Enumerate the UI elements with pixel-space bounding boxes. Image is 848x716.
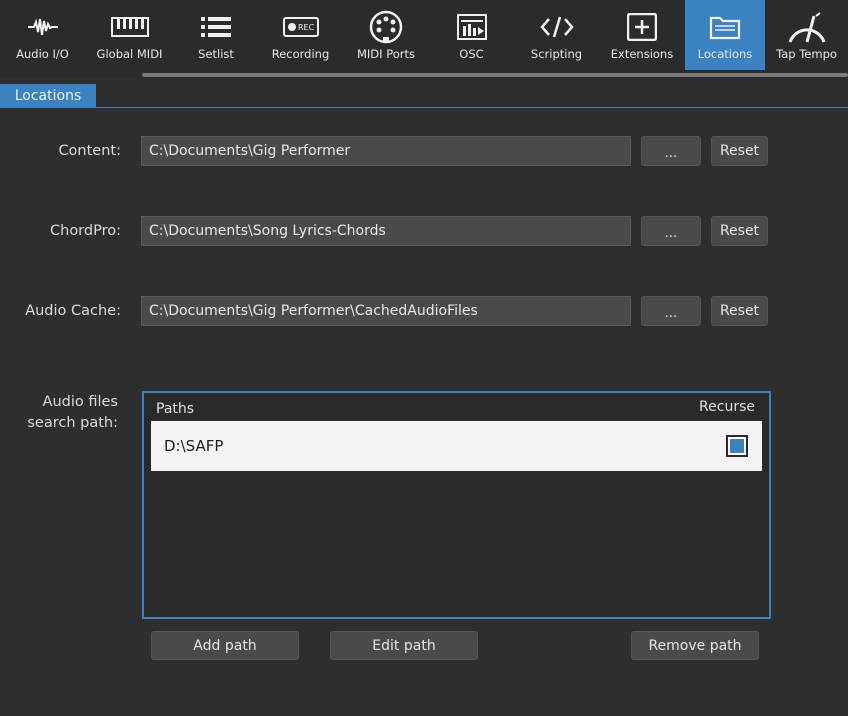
osc-icon [456,10,487,44]
add-path-button[interactable]: Add path [151,631,299,660]
paths-column-header: Paths [156,401,195,417]
folder-icon [709,10,741,44]
toolbar-label: Audio I/O [16,47,69,61]
search-path-label-line1: Audio files [42,394,118,410]
chordpro-reset-button[interactable]: Reset [711,216,768,246]
toolbar-scripting[interactable]: Scripting [514,0,599,70]
toolbar-scrollbar[interactable] [0,70,848,78]
content-label: Content: [58,143,121,159]
toolbar-label: Recording [271,47,330,61]
plus-box-icon [627,10,657,44]
toolbar-label: Extensions [610,47,674,61]
toolbar-locations[interactable]: Locations [685,0,765,70]
toolbar-setlist[interactable]: Setlist [174,0,258,70]
audio-cache-label: Audio Cache: [25,303,121,319]
checkbox-checked-icon [730,439,744,453]
list-icon [201,10,231,44]
audio-cache-browse-button[interactable]: ... [641,296,701,326]
tab-row: Locations [0,84,848,108]
main-toolbar: Audio I/O Global MIDI Setlist REC Record… [0,0,848,70]
recurse-checkbox[interactable] [726,435,748,457]
tab-locations[interactable]: Locations [0,84,96,108]
toolbar-tap-tempo[interactable]: Tap Tempo [765,0,848,70]
toolbar-label: Tap Tempo [776,47,837,61]
rec-icon: REC [282,10,319,44]
gauge-icon [786,10,828,44]
toolbar-scrollbar-thumb[interactable] [142,73,848,77]
remove-path-button[interactable]: Remove path [631,631,759,660]
audio-cache-path-field[interactable]: C:\Documents\Gig Performer\CachedAudioFi… [141,296,631,326]
keyboard-icon [110,10,149,44]
toolbar-label: Scripting [530,47,583,61]
content-browse-button[interactable]: ... [641,136,701,166]
toolbar-label: Locations [697,47,753,61]
search-path-label-line2: search path: [27,415,118,431]
toolbar-extensions[interactable]: Extensions [599,0,685,70]
search-path-label: Audio files search path: [0,392,118,434]
toolbar-global-midi[interactable]: Global MIDI [85,0,174,70]
content-path-field[interactable]: C:\Documents\Gig Performer [141,136,631,166]
search-path-row[interactable]: D:\SAFP [151,421,762,471]
toolbar-label: Setlist [198,47,234,61]
content-reset-button[interactable]: Reset [711,136,768,166]
edit-path-button[interactable]: Edit path [330,631,478,660]
toolbar-label: MIDI Ports [356,47,415,61]
toolbar-label: Global MIDI [96,47,163,61]
toolbar-label: OSC [459,47,484,61]
rec-icon-text: REC [298,23,315,32]
recurse-column-header: Recurse [699,399,755,415]
search-path-list[interactable]: Paths Recurse D:\SAFP [142,391,771,619]
toolbar-midi-ports[interactable]: MIDI Ports [343,0,429,70]
search-path-value: D:\SAFP [164,437,224,455]
toolbar-audio-io[interactable]: Audio I/O [0,0,85,70]
toolbar-recording[interactable]: REC Recording [258,0,343,70]
midi-port-icon [369,10,403,44]
toolbar-osc[interactable]: OSC [429,0,514,70]
chordpro-label: ChordPro: [50,223,121,239]
waveform-icon [26,10,60,44]
chordpro-browse-button[interactable]: ... [641,216,701,246]
code-icon [539,10,574,44]
chordpro-path-field[interactable]: C:\Documents\Song Lyrics-Chords [141,216,631,246]
audio-cache-reset-button[interactable]: Reset [711,296,768,326]
